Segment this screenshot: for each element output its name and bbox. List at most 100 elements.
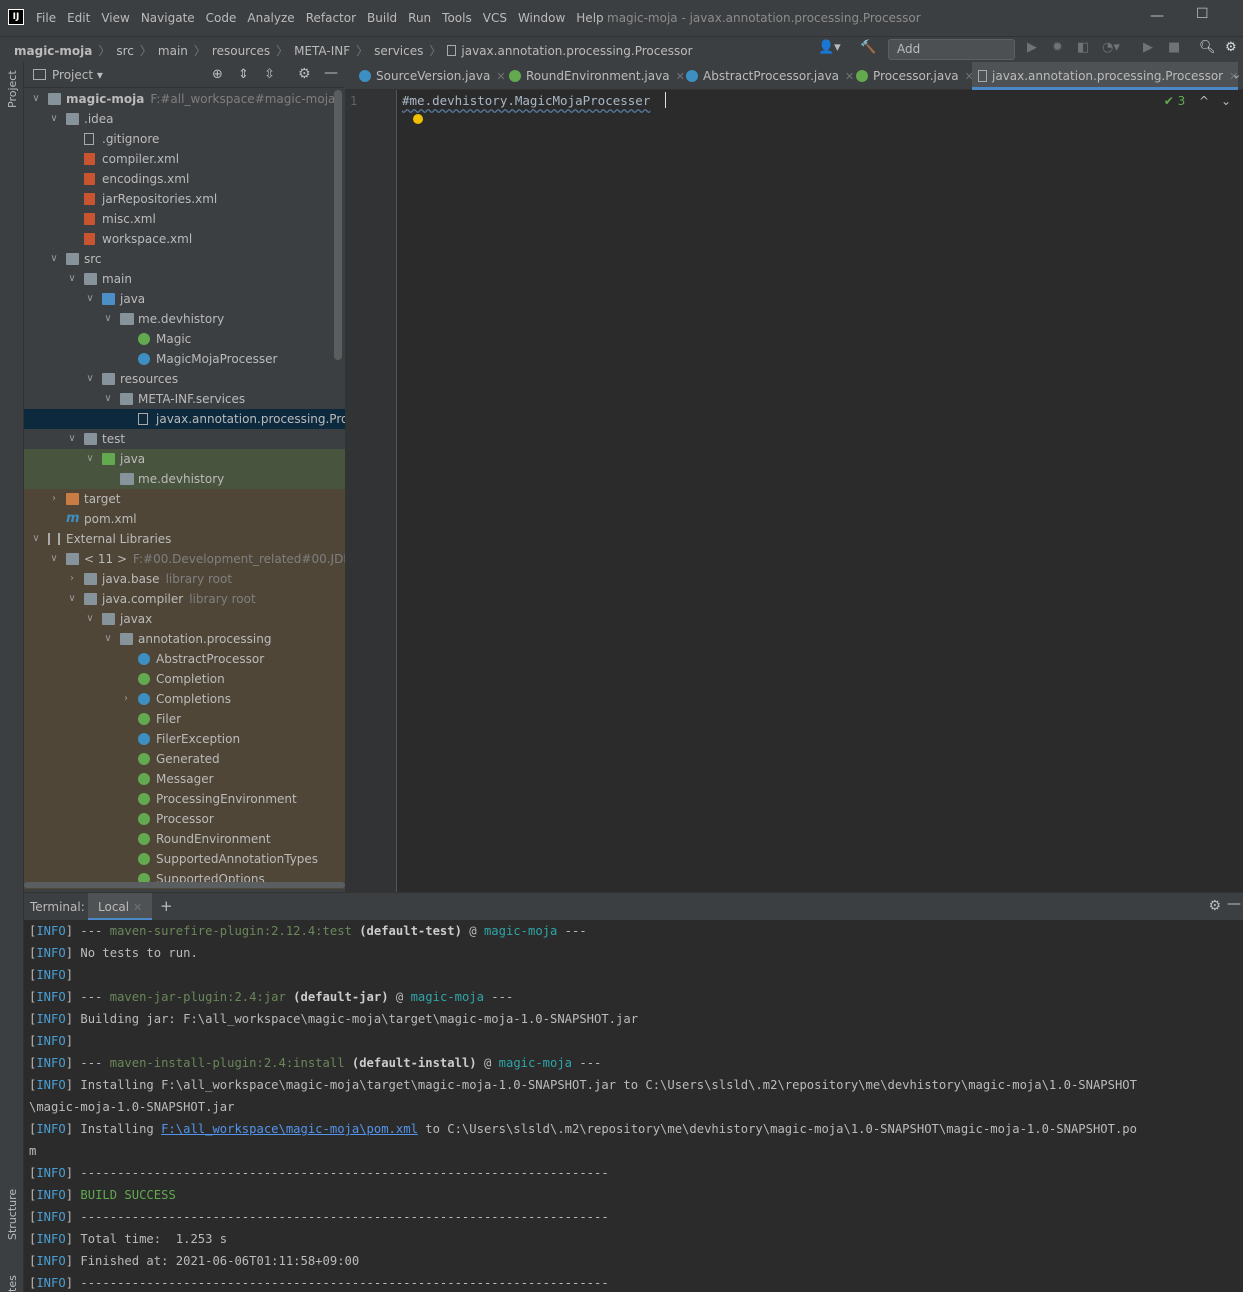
menu-item-file[interactable]: File [36,11,56,25]
menu-item-run[interactable]: Run [408,11,431,25]
breadcrumb-item[interactable]: resources [212,44,270,58]
chevron-down-icon[interactable]: ∨ [67,269,77,289]
code-editor[interactable]: 1 #me.devhistory.MagicMojaProcesser ✔ 3 … [345,90,1243,892]
menu-item-help[interactable]: Help [576,11,603,25]
tab-local[interactable]: Local ✕ [88,893,153,921]
hide-panel-icon[interactable]: — [324,65,338,81]
tree-item[interactable]: ∨ .idea [24,109,345,129]
tree-item[interactable]: ProcessingEnvironment [24,789,345,809]
tree-item[interactable]: FilerException [24,729,345,749]
tree-item[interactable]: ∨ java [24,449,345,469]
tree-item[interactable]: RoundEnvironment [24,829,345,849]
tree-item[interactable]: javax.annotation.processing.Proces [24,409,345,429]
chevron-down-icon[interactable]: ∨ [31,529,41,549]
stop-icon[interactable]: ■ [1168,40,1180,55]
tree-item[interactable]: ∨ main [24,269,345,289]
inspection-widget[interactable]: ✔ 3 ^ ⌄ [1164,94,1231,108]
debug-icon[interactable]: ✹ [1052,40,1063,55]
tree-item[interactable]: ∨ < 11 > F:#00.Development_related#00.JDK#… [24,549,345,569]
tree-item[interactable]: ∨ External Libraries [24,529,345,549]
editor-tab[interactable]: AbstractProcessor.java ✕ [680,62,854,90]
tree-item[interactable]: ∨ resources [24,369,345,389]
tree-item[interactable]: workspace.xml [24,229,345,249]
minimize-icon[interactable]: — [1150,8,1164,24]
breadcrumb-item[interactable]: META-INF [294,44,350,58]
tab-list-chevron-down-icon[interactable]: ⌄ [1232,68,1241,81]
tree-item[interactable]: .gitignore [24,129,345,149]
chevron-down-icon[interactable]: ⌄ [1221,94,1231,108]
menu-item-window[interactable]: Window [518,11,565,25]
chevron-down-icon[interactable]: ∨ [85,609,95,629]
terminal-link[interactable]: F:\all_workspace\magic-moja\pom.xml [161,1122,418,1136]
tree-item[interactable]: encodings.xml [24,169,345,189]
tree-item[interactable]: › target [24,489,345,509]
tree-item[interactable]: ∨ src [24,249,345,269]
tree-item[interactable]: Magic [24,329,345,349]
menu-item-code[interactable]: Code [206,11,237,25]
tree-item[interactable]: › java.base library root [24,569,345,589]
menu-item-refactor[interactable]: Refactor [306,11,356,25]
editor-tab[interactable]: SourceVersion.java ✕ [353,62,506,90]
expand-all-icon[interactable]: ⇕ [238,67,249,82]
tree-item[interactable]: Processor [24,809,345,829]
menu-item-view[interactable]: View [101,11,129,25]
tree-item[interactable]: m pom.xml [24,509,345,529]
tree-item[interactable]: ∨ magic-moja F:#all_workspace#magic-moja [24,89,345,109]
bottom-tool-tab[interactable]: tes [6,1275,19,1292]
chevron-down-icon[interactable]: ∨ [85,449,95,469]
terminal-settings-gear-icon[interactable]: ⚙ [1208,898,1221,914]
breadcrumb-item[interactable]: src [116,44,134,58]
tree-item[interactable]: ∨ javax [24,609,345,629]
tree-item[interactable]: ∨ test [24,429,345,449]
build-hammer-icon[interactable]: 🔨 [860,40,876,55]
add-configuration-button[interactable]: Add Configuration... [888,39,1015,75]
lightbulb-icon[interactable] [413,114,423,124]
maximize-icon[interactable]: ☐ [1196,6,1209,22]
tree-item[interactable]: ∨ java [24,289,345,309]
structure-tool-tab[interactable]: Structure [6,1189,19,1240]
run-icon[interactable]: ▶ [1027,40,1037,55]
menu-item-navigate[interactable]: Navigate [141,11,195,25]
locate-icon[interactable]: ⊕ [212,67,223,82]
chevron-down-icon[interactable]: ∨ [49,249,59,269]
tree-item[interactable]: AbstractProcessor [24,649,345,669]
tree-item[interactable]: ∨ me.devhistory [24,309,345,329]
project-hscrollbar[interactable] [24,882,345,888]
project-tool-tab[interactable]: Project [6,70,19,108]
menu-item-build[interactable]: Build [367,11,397,25]
chevron-down-icon[interactable]: ∨ [67,429,77,449]
tree-item[interactable]: MagicMojaProcesser [24,349,345,369]
chevron-down-icon[interactable]: ∨ [49,549,59,569]
tree-item[interactable]: misc.xml [24,209,345,229]
chevron-down-icon[interactable]: ∨ [49,109,59,129]
profile-icon[interactable]: ◔▾ [1102,40,1120,55]
terminal-output[interactable]: [INFO] --- maven-surefire-plugin:2.12.4:… [24,920,1243,1292]
menu-item-vcs[interactable]: VCS [483,11,507,25]
menu-item-edit[interactable]: Edit [67,11,90,25]
chevron-down-icon[interactable]: ∨ [85,369,95,389]
editor-tab[interactable]: javax.annotation.processing.Processor ✕ [972,62,1239,90]
chevron-down-icon[interactable]: ∨ [67,589,77,609]
chevron-up-icon[interactable]: ^ [1199,94,1209,108]
search-icon[interactable]: 🔍︎ [1199,40,1216,55]
editor-tab[interactable]: RoundEnvironment.java ✕ [503,62,685,90]
tree-item[interactable]: compiler.xml [24,149,345,169]
chevron-down-icon[interactable]: ∨ [103,309,113,329]
chevron-down-icon[interactable]: ∨ [85,289,95,309]
step-icon[interactable]: ▶ [1143,40,1153,55]
editor-tab[interactable]: Processor.java ✕ [850,62,974,90]
tree-item[interactable]: Generated [24,749,345,769]
tree-item[interactable]: Filer [24,709,345,729]
coverage-icon[interactable]: ◧ [1077,40,1089,55]
user-icon[interactable]: 👤▾ [818,40,841,55]
code-line[interactable]: #me.devhistory.MagicMojaProcesser [402,93,650,108]
collapse-all-icon[interactable]: ⇳ [264,67,275,82]
close-icon[interactable]: ✕ [133,901,142,914]
chevron-right-icon[interactable]: › [67,569,77,589]
project-panel-title[interactable]: Project ▾ [52,68,103,82]
chevron-right-icon[interactable]: › [121,689,131,709]
tree-item[interactable]: ∨ java.compiler library root [24,589,345,609]
chevron-right-icon[interactable]: › [49,489,59,509]
breadcrumb-item[interactable]: javax.annotation.processing.Processor [461,44,692,58]
tree-item[interactable]: jarRepositories.xml [24,189,345,209]
